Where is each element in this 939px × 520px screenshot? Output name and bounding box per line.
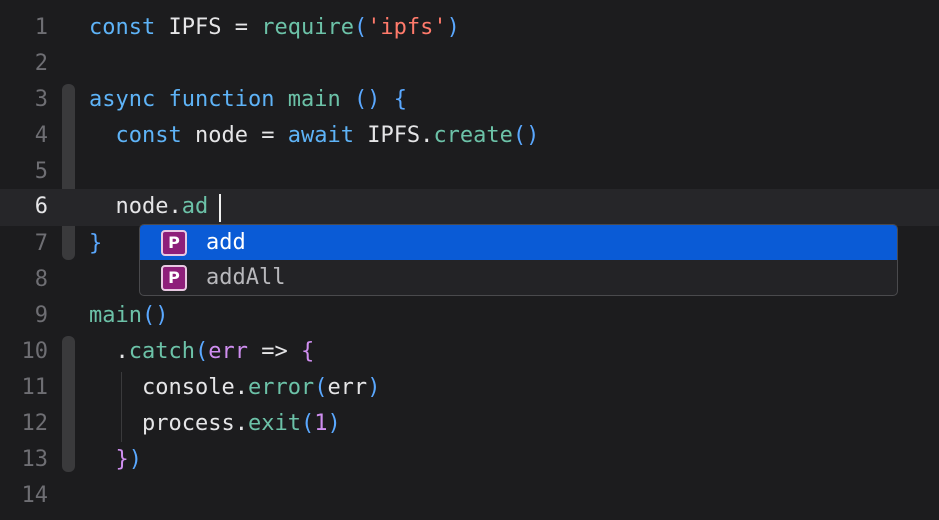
code-line-3[interactable]: 3 async function main () { (0, 82, 939, 118)
code-token: 1 (314, 411, 328, 436)
completion-item-add[interactable]: P add (140, 225, 897, 260)
code-token: ) (446, 15, 460, 40)
code-token: IPFS. (353, 123, 434, 148)
code-token: error (247, 375, 315, 400)
completion-item-addall[interactable]: P addAll (140, 260, 897, 295)
code-line-6-current[interactable]: 6 node.ad (0, 189, 939, 226)
code-line-12[interactable]: 12 process.exit(1) (0, 406, 939, 442)
code-token: ) (128, 447, 142, 472)
code-token: } (89, 231, 103, 256)
code-line-4[interactable]: 4 const node = await IPFS.create() (0, 118, 939, 154)
code-token: ( (194, 339, 209, 364)
code-line-9[interactable]: 9 main() (0, 298, 939, 334)
code-token: await (287, 123, 354, 148)
code-token: 'ipfs' (367, 15, 447, 40)
code-text[interactable]: .catch(err => { (89, 334, 314, 370)
code-line-2[interactable]: 2 (0, 46, 939, 82)
code-line-10[interactable]: 10 .catch(err => { (0, 334, 939, 370)
line-number: 1 (34, 15, 48, 40)
line-number: 14 (21, 483, 49, 508)
code-token: require (261, 15, 354, 40)
code-editor[interactable]: 1 const IPFS = require('ipfs') 2 3 async… (0, 0, 939, 520)
code-token: } (115, 447, 129, 472)
completion-label: addAll (206, 265, 286, 290)
code-token: { (300, 339, 315, 364)
line-number: 6 (34, 194, 48, 219)
code-token: ) (327, 411, 341, 436)
code-token: () (141, 303, 169, 328)
code-line-11[interactable]: 11 console.error(err) (0, 370, 939, 406)
code-line-13[interactable]: 13 }) (0, 442, 939, 478)
code-token: ) (367, 375, 381, 400)
code-token: ( (300, 411, 315, 436)
code-token: ( (353, 15, 368, 40)
code-token: ad (181, 194, 209, 219)
line-number: 9 (34, 303, 48, 328)
line-number: 2 (34, 51, 48, 76)
code-token: async (89, 87, 156, 112)
code-token: const (89, 15, 156, 40)
code-token: => (261, 339, 288, 364)
code-line-14[interactable]: 14 (0, 478, 939, 514)
code-token: = (261, 123, 275, 148)
code-token: = (234, 15, 248, 40)
code-text[interactable]: const IPFS = require('ipfs') (89, 10, 460, 46)
code-token: IPFS (155, 15, 235, 40)
code-token: () (512, 123, 540, 148)
code-text[interactable]: node.ad (89, 189, 208, 225)
property-icon: P (161, 265, 187, 291)
code-token: catch (128, 339, 195, 364)
line-number: 12 (21, 411, 49, 436)
code-token: node. (89, 194, 182, 219)
code-token: const (115, 123, 182, 148)
line-number: 5 (34, 159, 48, 184)
code-token: main (89, 303, 142, 328)
autocomplete-popup[interactable]: P add P addAll (139, 224, 898, 296)
code-text[interactable]: console.error(err) (89, 370, 380, 406)
code-token: . (89, 339, 129, 364)
line-number: 4 (34, 123, 48, 148)
code-token: ( (314, 375, 328, 400)
code-line-5[interactable]: 5 (0, 154, 939, 190)
code-text[interactable]: } (89, 226, 102, 262)
code-token: node (181, 123, 262, 148)
code-token: create (433, 123, 513, 148)
line-number: 8 (34, 267, 48, 292)
code-token: err (208, 339, 248, 364)
code-text[interactable]: async function main () { (89, 82, 407, 118)
code-token: process. (89, 411, 248, 436)
line-number: 10 (21, 339, 49, 364)
code-text[interactable]: process.exit(1) (89, 406, 341, 442)
code-token: console. (89, 375, 248, 400)
code-text[interactable]: main() (89, 298, 168, 334)
code-token: err (327, 375, 368, 400)
code-text[interactable]: }) (89, 442, 143, 478)
line-number: 13 (21, 447, 49, 472)
line-number: 3 (34, 87, 48, 112)
code-token: () (353, 87, 381, 112)
code-line-1[interactable]: 1 const IPFS = require('ipfs') (0, 10, 939, 46)
line-number: 11 (21, 375, 49, 400)
property-icon: P (161, 230, 187, 256)
text-cursor (219, 194, 221, 222)
code-token: { (393, 87, 407, 112)
code-text[interactable]: const node = await IPFS.create() (89, 118, 540, 154)
completion-label: add (206, 230, 246, 255)
code-token: function (168, 87, 275, 112)
line-number: 7 (34, 231, 48, 256)
code-token: exit (247, 411, 301, 436)
code-token: main (287, 87, 341, 112)
